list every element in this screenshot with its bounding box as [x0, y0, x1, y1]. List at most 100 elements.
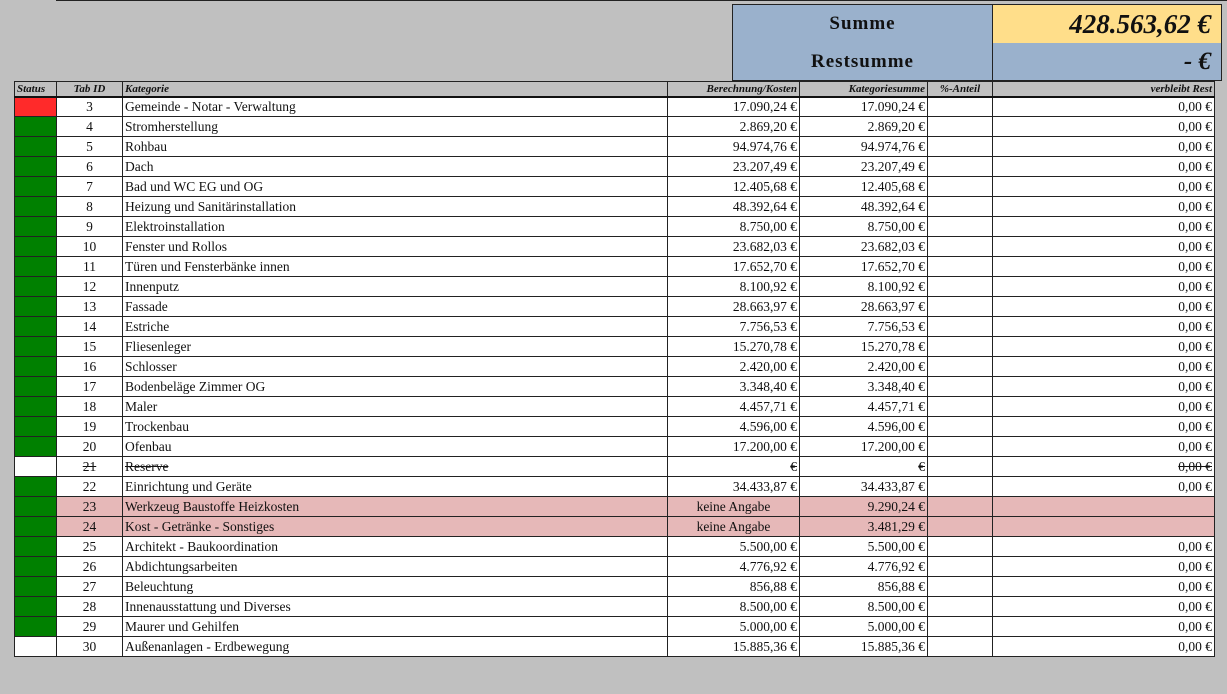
rest-cell[interactable]: 0,00 € [992, 256, 1215, 277]
status-cell[interactable] [14, 516, 57, 537]
status-cell[interactable] [14, 476, 57, 497]
restsumme-label[interactable]: Restsumme [733, 43, 993, 80]
kategoriesumme-cell[interactable]: 15.270,78 € [799, 336, 928, 357]
kategorie-cell[interactable]: Außenanlagen - Erdbewegung [122, 636, 668, 657]
anteil-cell[interactable] [927, 236, 993, 257]
kategorie-cell[interactable]: Beleuchtung [122, 576, 668, 597]
status-cell[interactable] [14, 636, 57, 657]
anteil-cell[interactable] [927, 276, 993, 297]
rest-cell[interactable]: 0,00 € [992, 136, 1215, 157]
kategoriesumme-cell[interactable]: 8.500,00 € [799, 596, 928, 617]
berechnung-cell[interactable]: 2.420,00 € [667, 356, 800, 377]
kategoriesumme-cell[interactable]: € [799, 456, 928, 477]
rest-cell[interactable]: 0,00 € [992, 176, 1215, 197]
berechnung-cell[interactable]: 5.500,00 € [667, 536, 800, 557]
tab-id-cell[interactable]: 6 [56, 156, 123, 177]
kategoriesumme-cell[interactable]: 17.200,00 € [799, 436, 928, 457]
kategorie-cell[interactable]: Schlosser [122, 356, 668, 377]
kategorie-cell[interactable]: Trockenbau [122, 416, 668, 437]
anteil-cell[interactable] [927, 96, 993, 117]
tab-id-cell[interactable]: 21 [56, 456, 123, 477]
status-cell[interactable] [14, 496, 57, 517]
tab-id-cell[interactable]: 9 [56, 216, 123, 237]
kategoriesumme-cell[interactable]: 15.885,36 € [799, 636, 928, 657]
status-cell[interactable] [14, 556, 57, 577]
berechnung-cell[interactable]: € [667, 456, 800, 477]
rest-cell[interactable]: 0,00 € [992, 436, 1215, 457]
kategorie-cell[interactable]: Werkzeug Baustoffe Heizkosten [122, 496, 668, 517]
anteil-cell[interactable] [927, 296, 993, 317]
kategoriesumme-cell[interactable]: 4.596,00 € [799, 416, 928, 437]
anteil-cell[interactable] [927, 116, 993, 137]
kategoriesumme-cell[interactable]: 23.207,49 € [799, 156, 928, 177]
header-kategoriesumme[interactable]: Kategoriesumme [799, 81, 928, 98]
anteil-cell[interactable] [927, 256, 993, 277]
anteil-cell[interactable] [927, 316, 993, 337]
status-cell[interactable] [14, 416, 57, 437]
anteil-cell[interactable] [927, 336, 993, 357]
kategoriesumme-cell[interactable]: 4.776,92 € [799, 556, 928, 577]
kategoriesumme-cell[interactable]: 9.290,24 € [799, 496, 928, 517]
tab-id-cell[interactable]: 19 [56, 416, 123, 437]
summe-label[interactable]: Summe [733, 5, 993, 43]
rest-cell[interactable]: 0,00 € [992, 536, 1215, 557]
anteil-cell[interactable] [927, 196, 993, 217]
anteil-cell[interactable] [927, 556, 993, 577]
kategoriesumme-cell[interactable]: 34.433,87 € [799, 476, 928, 497]
tab-id-cell[interactable]: 15 [56, 336, 123, 357]
rest-cell[interactable]: 0,00 € [992, 336, 1215, 357]
status-cell[interactable] [14, 456, 57, 477]
rest-cell[interactable]: 0,00 € [992, 556, 1215, 577]
anteil-cell[interactable] [927, 596, 993, 617]
berechnung-cell[interactable]: 15.885,36 € [667, 636, 800, 657]
kategorie-cell[interactable]: Bad und WC EG und OG [122, 176, 668, 197]
header-rest[interactable]: verbleibt Rest [992, 81, 1215, 98]
rest-cell[interactable]: 0,00 € [992, 296, 1215, 317]
tab-id-cell[interactable]: 25 [56, 536, 123, 557]
status-cell[interactable] [14, 296, 57, 317]
status-cell[interactable] [14, 136, 57, 157]
tab-id-cell[interactable]: 4 [56, 116, 123, 137]
kategoriesumme-cell[interactable]: 2.869,20 € [799, 116, 928, 137]
kategorie-cell[interactable]: Elektroinstallation [122, 216, 668, 237]
kategoriesumme-cell[interactable]: 5.500,00 € [799, 536, 928, 557]
rest-cell[interactable]: 0,00 € [992, 616, 1215, 637]
tab-id-cell[interactable]: 18 [56, 396, 123, 417]
rest-cell[interactable]: 0,00 € [992, 576, 1215, 597]
status-cell[interactable] [14, 356, 57, 377]
rest-cell[interactable]: 0,00 € [992, 636, 1215, 657]
anteil-cell[interactable] [927, 136, 993, 157]
rest-cell[interactable]: 0,00 € [992, 276, 1215, 297]
tab-id-cell[interactable]: 13 [56, 296, 123, 317]
kategoriesumme-cell[interactable]: 7.756,53 € [799, 316, 928, 337]
tab-id-cell[interactable]: 11 [56, 256, 123, 277]
rest-cell[interactable]: 0,00 € [992, 416, 1215, 437]
berechnung-cell[interactable]: 856,88 € [667, 576, 800, 597]
rest-cell[interactable]: 0,00 € [992, 356, 1215, 377]
rest-cell[interactable]: 0,00 € [992, 116, 1215, 137]
kategoriesumme-cell[interactable]: 8.100,92 € [799, 276, 928, 297]
rest-cell[interactable]: 0,00 € [992, 196, 1215, 217]
berechnung-cell[interactable]: 17.200,00 € [667, 436, 800, 457]
kategoriesumme-cell[interactable]: 17.652,70 € [799, 256, 928, 277]
tab-id-cell[interactable]: 17 [56, 376, 123, 397]
berechnung-cell[interactable]: 12.405,68 € [667, 176, 800, 197]
kategorie-cell[interactable]: Rohbau [122, 136, 668, 157]
kategorie-cell[interactable]: Innenausstattung und Diverses [122, 596, 668, 617]
anteil-cell[interactable] [927, 576, 993, 597]
rest-cell[interactable] [992, 496, 1215, 517]
tab-id-cell[interactable]: 3 [56, 96, 123, 117]
tab-id-cell[interactable]: 14 [56, 316, 123, 337]
berechnung-cell[interactable]: 23.207,49 € [667, 156, 800, 177]
status-cell[interactable] [14, 576, 57, 597]
rest-cell[interactable]: 0,00 € [992, 236, 1215, 257]
kategorie-cell[interactable]: Fassade [122, 296, 668, 317]
kategoriesumme-cell[interactable]: 17.090,24 € [799, 96, 928, 117]
berechnung-cell[interactable]: 2.869,20 € [667, 116, 800, 137]
kategorie-cell[interactable]: Fenster und Rollos [122, 236, 668, 257]
berechnung-cell[interactable]: 7.756,53 € [667, 316, 800, 337]
berechnung-cell[interactable]: 8.100,92 € [667, 276, 800, 297]
status-cell[interactable] [14, 536, 57, 557]
status-cell[interactable] [14, 256, 57, 277]
header-tab-id[interactable]: Tab ID [56, 81, 123, 98]
